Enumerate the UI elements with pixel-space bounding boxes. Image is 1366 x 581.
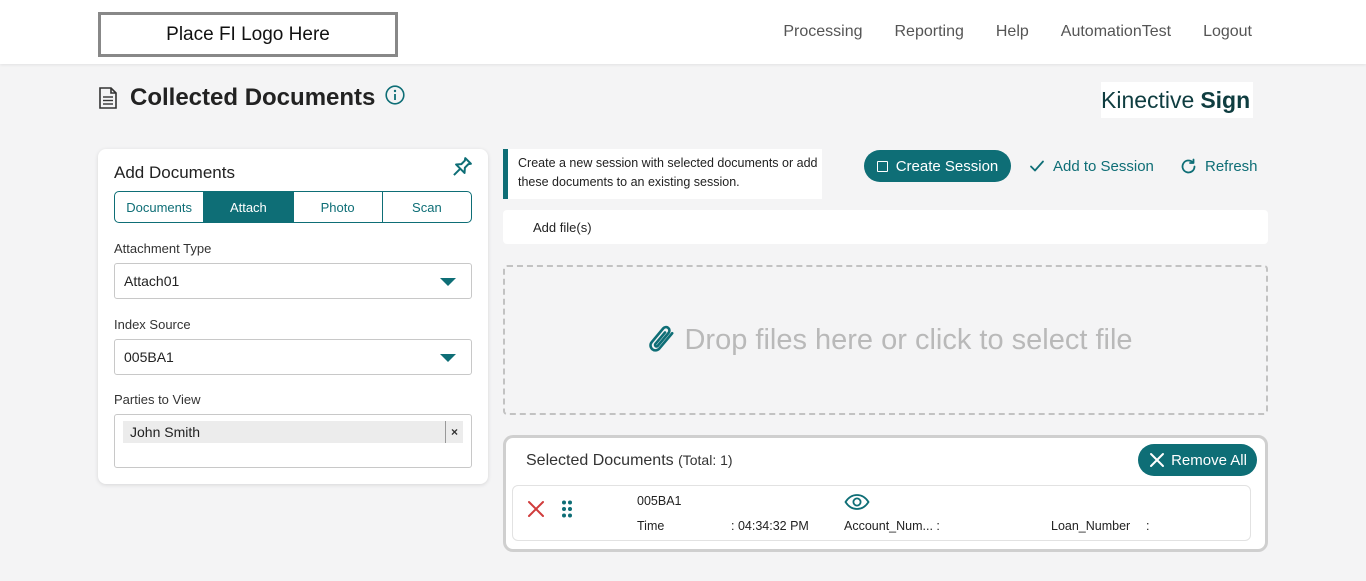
refresh-button[interactable]: Refresh (1180, 150, 1258, 182)
index-source-value: 005BA1 (124, 349, 174, 365)
time-value: : 04:34:32 PM (731, 519, 809, 533)
paperclip-icon (649, 325, 674, 352)
info-icon[interactable] (385, 85, 405, 105)
tab-documents[interactable]: Documents (115, 192, 205, 222)
check-icon (1030, 160, 1044, 172)
loan-number-label: Loan_Number (1051, 519, 1131, 533)
close-icon (1150, 453, 1165, 467)
chip-remove-button[interactable]: × (445, 421, 463, 443)
brand-bold: Sign (1200, 86, 1251, 113)
party-name: John Smith (130, 424, 201, 440)
selected-documents-title: Selected Documents (Total: 1) (526, 452, 733, 470)
kinective-sign-logo: Kinective Sign (1101, 82, 1253, 118)
eye-icon[interactable] (844, 494, 870, 510)
remove-all-button[interactable]: Remove All (1138, 444, 1257, 476)
attachment-type-label: Attachment Type (114, 241, 212, 256)
account-number-label: Account_Num... : (844, 519, 940, 533)
document-icon (99, 87, 117, 109)
selected-title-text: Selected Documents (526, 452, 674, 469)
brand-light: Kinective (1101, 86, 1195, 113)
drag-handle-icon[interactable] (561, 500, 573, 518)
add-files-bar[interactable]: Add file(s) (503, 210, 1268, 244)
add-to-session-button[interactable]: Add to Session (1029, 150, 1154, 182)
logo-text: Place FI Logo Here (166, 23, 330, 45)
document-name: 005BA1 (637, 494, 682, 508)
time-label: Time (637, 519, 665, 533)
loan-number-separator: : (1146, 519, 1150, 533)
index-source-label: Index Source (114, 317, 191, 332)
refresh-label: Refresh (1205, 157, 1258, 175)
party-chip: John Smith × (123, 421, 463, 443)
session-hint: Create a new session with selected docum… (503, 149, 822, 199)
top-navbar: Place FI Logo Here Processing Reporting … (0, 0, 1366, 64)
index-source-select[interactable]: 005BA1 (114, 339, 472, 375)
add-method-tabs: Documents Attach Photo Scan (114, 191, 472, 223)
tab-photo[interactable]: Photo (294, 192, 383, 222)
pin-icon[interactable] (448, 155, 474, 181)
nav-user[interactable]: AutomationTest (1061, 23, 1171, 41)
caret-down-icon (440, 354, 456, 362)
attachment-type-value: Attach01 (124, 273, 180, 289)
nav-reporting[interactable]: Reporting (895, 23, 964, 41)
add-files-label: Add file(s) (533, 219, 592, 235)
page-heading: Collected Documents (98, 84, 405, 112)
fi-logo-placeholder[interactable]: Place FI Logo Here (98, 12, 398, 57)
add-to-session-label: Add to Session (1053, 157, 1154, 175)
dropzone-text: Drop files here or click to select file (684, 323, 1133, 356)
main-nav: Processing Reporting Help AutomationTest… (783, 0, 1252, 64)
add-documents-title: Add Documents (114, 163, 235, 182)
parties-label: Parties to View (114, 392, 201, 407)
nav-help[interactable]: Help (996, 23, 1029, 41)
remove-all-label: Remove All (1171, 451, 1247, 469)
tab-attach[interactable]: Attach (204, 192, 294, 222)
caret-down-icon (440, 278, 456, 286)
selected-total: (Total: 1) (678, 452, 733, 468)
page-title: Collected Documents (130, 84, 376, 111)
tab-scan[interactable]: Scan (383, 192, 471, 222)
create-session-label: Create Session (895, 157, 999, 175)
nav-logout[interactable]: Logout (1203, 23, 1252, 41)
selected-documents-box: Selected Documents (Total: 1) Remove All… (503, 435, 1268, 552)
nav-processing[interactable]: Processing (783, 23, 862, 41)
file-dropzone[interactable]: Drop files here or click to select file (503, 265, 1268, 415)
selected-document-row: 005BA1 Time : 04:34:32 PM Account_Num...… (512, 485, 1251, 541)
create-session-button[interactable]: Create Session (864, 150, 1011, 182)
refresh-icon (1181, 158, 1196, 173)
add-documents-panel: Add Documents Documents Attach Photo Sca… (98, 149, 488, 484)
parties-multiselect[interactable]: John Smith × (114, 414, 472, 468)
checkbox-square-icon (876, 160, 888, 172)
remove-document-icon[interactable] (527, 500, 545, 518)
attachment-type-select[interactable]: Attach01 (114, 263, 472, 299)
